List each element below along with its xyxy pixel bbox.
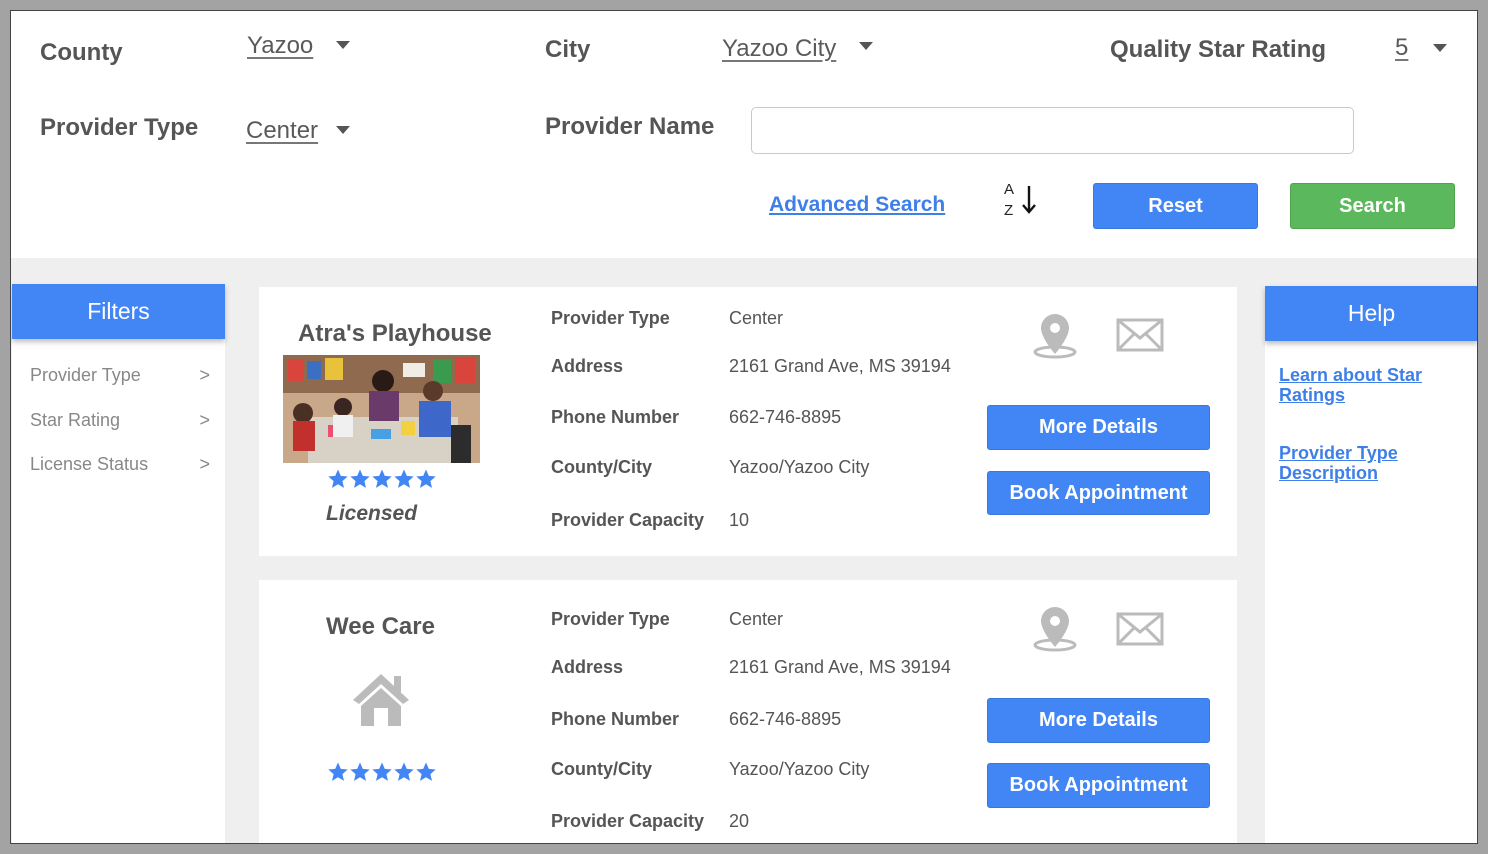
address-label: Address	[551, 657, 624, 677]
capacity-value: 20	[729, 811, 750, 831]
county-city-value: Yazoo/Yazoo City	[729, 457, 870, 477]
rating-dropdown[interactable]: 5	[1395, 34, 1408, 62]
more-details-button[interactable]: More Details	[987, 405, 1210, 450]
filter-label: License Status	[30, 454, 149, 474]
star-rating	[327, 468, 437, 490]
star-icon	[350, 762, 370, 781]
rating-label: Quality Star Rating	[1110, 36, 1327, 63]
star-icon	[416, 762, 436, 781]
more-details-button[interactable]: More Details	[987, 698, 1210, 743]
provider-photo[interactable]	[283, 355, 480, 463]
map-pin-icon[interactable]	[1031, 312, 1079, 365]
address-value: 2161 Grand Ave, MS 39194	[729, 356, 951, 376]
city-chevron-down-icon[interactable]	[859, 42, 873, 50]
capacity-label: Provider Capacity	[551, 510, 705, 530]
address-value: 2161 Grand Ave, MS 39194	[729, 657, 951, 677]
star-icon	[372, 469, 392, 488]
filter-label: Star Rating	[30, 410, 121, 430]
provider-type-label: Provider Type	[551, 308, 670, 328]
address-label: Address	[551, 356, 624, 376]
provider-type-description-link[interactable]: Provider Type Description	[1279, 443, 1469, 483]
star-icon	[328, 469, 348, 488]
envelope-icon[interactable]	[1116, 317, 1164, 358]
house-icon	[351, 670, 411, 733]
provider-type-label: Provider Type	[551, 609, 670, 629]
star-rating	[327, 761, 437, 783]
chevron-right-icon: >	[199, 410, 210, 430]
phone-label: Phone Number	[551, 407, 680, 427]
provider-card: Atra's Playhouse Licensed Provider Type …	[259, 287, 1237, 556]
filters-header: Filters	[12, 284, 225, 339]
provider-type-value: Center	[729, 308, 784, 328]
city-dropdown[interactable]: Yazoo City	[722, 35, 836, 63]
book-appointment-button[interactable]: Book Appointment	[987, 471, 1210, 515]
star-icon	[394, 762, 414, 781]
phone-value: 662-746-8895	[729, 407, 842, 427]
help-sidebar: Help Learn about Star Ratings Provider T…	[1265, 286, 1477, 843]
county-city-label: County/City	[551, 759, 652, 779]
book-appointment-button[interactable]: Book Appointment	[987, 763, 1210, 808]
provider-type-chevron-down-icon[interactable]	[336, 126, 350, 134]
county-label: County	[40, 39, 123, 66]
capacity-value: 10	[729, 510, 750, 530]
star-icon	[416, 469, 436, 488]
provider-name-input[interactable]	[751, 107, 1354, 154]
chevron-right-icon: >	[199, 454, 210, 474]
reset-button[interactable]: Reset	[1093, 183, 1258, 229]
filters-sidebar: Filters Provider Type > Star Rating > Li…	[12, 284, 225, 843]
phone-value: 662-746-8895	[729, 709, 842, 729]
learn-star-ratings-link[interactable]: Learn about Star Ratings	[1279, 365, 1469, 405]
capacity-label: Provider Capacity	[551, 811, 705, 831]
provider-name-label: Provider Name	[545, 113, 715, 140]
provider-type-label: Provider Type	[40, 114, 199, 141]
county-city-value: Yazoo/Yazoo City	[729, 759, 870, 779]
filter-provider-type[interactable]: Provider Type >	[30, 365, 210, 386]
star-icon	[350, 469, 370, 488]
provider-card: Wee Care Provider Type Center Address 21…	[259, 580, 1237, 843]
app-window: County Yazoo City Yazoo City Quality Sta…	[0, 0, 1488, 854]
phone-label: Phone Number	[551, 709, 680, 729]
county-chevron-down-icon[interactable]	[336, 41, 350, 49]
license-status: Licensed	[326, 502, 418, 525]
search-button[interactable]: Search	[1290, 183, 1455, 229]
sort-bottom-letter: Z	[1004, 202, 1014, 219]
filter-label: Provider Type	[30, 365, 141, 385]
filter-star-rating[interactable]: Star Rating >	[30, 410, 210, 431]
city-label: City	[545, 36, 591, 63]
rating-chevron-down-icon[interactable]	[1433, 44, 1447, 52]
star-icon	[394, 469, 414, 488]
provider-name: Wee Care	[326, 613, 435, 640]
county-city-label: County/City	[551, 457, 652, 477]
advanced-search-link[interactable]: Advanced Search	[769, 193, 945, 217]
help-header: Help	[1265, 286, 1477, 341]
provider-name: Atra's Playhouse	[298, 320, 492, 347]
sort-az-icon[interactable]: A Z	[1003, 181, 1047, 221]
county-dropdown[interactable]: Yazoo	[247, 32, 313, 60]
star-icon	[372, 762, 392, 781]
star-icon	[328, 762, 348, 781]
provider-type-value: Center	[729, 609, 784, 629]
provider-type-dropdown[interactable]: Center	[246, 117, 318, 145]
sort-top-letter: A	[1004, 181, 1015, 198]
envelope-icon[interactable]	[1116, 611, 1164, 652]
map-pin-icon[interactable]	[1031, 605, 1079, 658]
chevron-right-icon: >	[199, 365, 210, 385]
filter-license-status[interactable]: License Status >	[30, 454, 210, 475]
